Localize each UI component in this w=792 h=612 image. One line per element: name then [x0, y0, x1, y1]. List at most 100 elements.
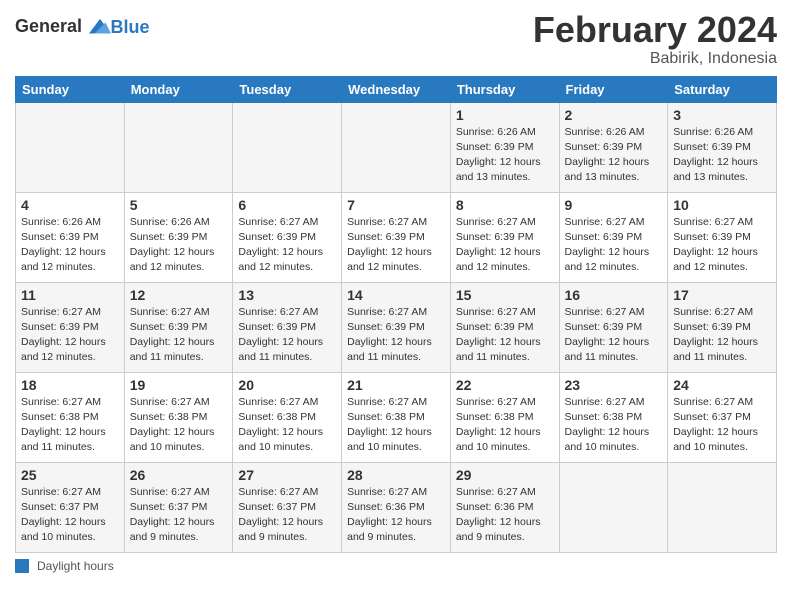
day-info: Sunrise: 6:27 AM Sunset: 6:38 PM Dayligh…: [238, 395, 336, 456]
day-info: Sunrise: 6:27 AM Sunset: 6:37 PM Dayligh…: [130, 485, 228, 546]
header-row: SundayMondayTuesdayWednesdayThursdayFrid…: [16, 76, 777, 102]
calendar-cell: 23 Sunrise: 6:27 AM Sunset: 6:38 PM Dayli…: [559, 372, 668, 462]
logo-text-blue: Blue: [111, 17, 150, 37]
calendar-body: 1 Sunrise: 6:26 AM Sunset: 6:39 PM Daylig…: [16, 102, 777, 552]
day-number: 9: [565, 197, 663, 213]
calendar-cell: 12Sunrise: 6:27 AM Sunset: 6:39 PM Dayli…: [124, 282, 233, 372]
header-cell-sunday: Sunday: [16, 76, 125, 102]
page-header: General Blue February 2024 Babirik, Indo…: [15, 10, 777, 68]
day-info: Sunrise: 6:27 AM Sunset: 6:38 PM Dayligh…: [347, 395, 445, 456]
day-number: 22: [456, 377, 554, 393]
day-info: Sunrise: 6:27 AM Sunset: 6:39 PM Dayligh…: [673, 215, 771, 276]
day-number: 15: [456, 287, 554, 303]
day-number: 26: [130, 467, 228, 483]
calendar-week-row: 18Sunrise: 6:27 AM Sunset: 6:38 PM Dayli…: [16, 372, 777, 462]
header-cell-thursday: Thursday: [450, 76, 559, 102]
calendar-week-row: 1 Sunrise: 6:26 AM Sunset: 6:39 PM Daylig…: [16, 102, 777, 192]
calendar-cell: 28 Sunrise: 6:27 AM Sunset: 6:36 PM Dayli…: [342, 462, 451, 552]
daylight-color-box: [15, 559, 29, 573]
day-info: Sunrise: 6:27 AM Sunset: 6:36 PM Dayligh…: [456, 485, 554, 546]
day-info: Sunrise: 6:27 AM Sunset: 6:37 PM Dayligh…: [673, 395, 771, 456]
calendar-title: February 2024: [533, 10, 777, 50]
day-number: 11: [21, 287, 119, 303]
calendar-subtitle: Babirik, Indonesia: [533, 50, 777, 68]
daylight-label: Daylight hours: [37, 559, 114, 573]
calendar-cell: 9Sunrise: 6:27 AM Sunset: 6:39 PM Daylig…: [559, 192, 668, 282]
day-number: 16: [565, 287, 663, 303]
day-info: Sunrise: 6:27 AM Sunset: 6:39 PM Dayligh…: [347, 215, 445, 276]
calendar-cell: [342, 102, 451, 192]
day-info: Sunrise: 6:27 AM Sunset: 6:39 PM Dayligh…: [347, 305, 445, 366]
day-number: 20: [238, 377, 336, 393]
day-info: Sunrise: 6:27 AM Sunset: 6:38 PM Dayligh…: [130, 395, 228, 456]
day-info: Sunrise: 6:27 AM Sunset: 6:39 PM Dayligh…: [456, 305, 554, 366]
day-info: Sunrise: 6:26 AM Sunset: 6:39 PM Dayligh…: [130, 215, 228, 276]
calendar-cell: [16, 102, 125, 192]
header-cell-saturday: Saturday: [668, 76, 777, 102]
day-info: Sunrise: 6:27 AM Sunset: 6:37 PM Dayligh…: [238, 485, 336, 546]
day-info: Sunrise: 6:26 AM Sunset: 6:39 PM Dayligh…: [565, 125, 663, 186]
calendar-cell: 21 Sunrise: 6:27 AM Sunset: 6:38 PM Dayli…: [342, 372, 451, 462]
day-info: Sunrise: 6:26 AM Sunset: 6:39 PM Dayligh…: [673, 125, 771, 186]
calendar-cell: 3 Sunrise: 6:26 AM Sunset: 6:39 PM Daylig…: [668, 102, 777, 192]
day-info: Sunrise: 6:27 AM Sunset: 6:39 PM Dayligh…: [21, 305, 119, 366]
day-info: Sunrise: 6:27 AM Sunset: 6:38 PM Dayligh…: [456, 395, 554, 456]
day-number: 21: [347, 377, 445, 393]
header-cell-wednesday: Wednesday: [342, 76, 451, 102]
day-info: Sunrise: 6:26 AM Sunset: 6:39 PM Dayligh…: [456, 125, 554, 186]
calendar-cell: 18Sunrise: 6:27 AM Sunset: 6:38 PM Dayli…: [16, 372, 125, 462]
header-cell-friday: Friday: [559, 76, 668, 102]
calendar-cell: 19 Sunrise: 6:27 AM Sunset: 6:38 PM Dayli…: [124, 372, 233, 462]
calendar-week-row: 11 Sunrise: 6:27 AM Sunset: 6:39 PM Dayli…: [16, 282, 777, 372]
calendar-cell: 14 Sunrise: 6:27 AM Sunset: 6:39 PM Dayli…: [342, 282, 451, 372]
day-number: 2: [565, 107, 663, 123]
calendar-cell: 22 Sunrise: 6:27 AM Sunset: 6:38 PM Dayli…: [450, 372, 559, 462]
header-cell-tuesday: Tuesday: [233, 76, 342, 102]
logo-text-general: General: [15, 16, 82, 36]
calendar-cell: 16Sunrise: 6:27 AM Sunset: 6:39 PM Dayli…: [559, 282, 668, 372]
day-number: 27: [238, 467, 336, 483]
day-number: 1: [456, 107, 554, 123]
day-info: Sunrise: 6:27 AM Sunset: 6:36 PM Dayligh…: [347, 485, 445, 546]
calendar-week-row: 25 Sunrise: 6:27 AM Sunset: 6:37 PM Dayli…: [16, 462, 777, 552]
logo: General Blue: [15, 16, 150, 39]
calendar-cell: 17 Sunrise: 6:27 AM Sunset: 6:39 PM Dayli…: [668, 282, 777, 372]
calendar-cell: 2 Sunrise: 6:26 AM Sunset: 6:39 PM Daylig…: [559, 102, 668, 192]
calendar-cell: [233, 102, 342, 192]
day-info: Sunrise: 6:27 AM Sunset: 6:39 PM Dayligh…: [673, 305, 771, 366]
day-number: 7: [347, 197, 445, 213]
day-number: 23: [565, 377, 663, 393]
day-info: Sunrise: 6:27 AM Sunset: 6:38 PM Dayligh…: [565, 395, 663, 456]
calendar-cell: 7 Sunrise: 6:27 AM Sunset: 6:39 PM Daylig…: [342, 192, 451, 282]
calendar-cell: 4 Sunrise: 6:26 AM Sunset: 6:39 PM Daylig…: [16, 192, 125, 282]
calendar-cell: 6Sunrise: 6:27 AM Sunset: 6:39 PM Daylig…: [233, 192, 342, 282]
calendar-cell: 10 Sunrise: 6:27 AM Sunset: 6:39 PM Dayli…: [668, 192, 777, 282]
calendar-table: SundayMondayTuesdayWednesdayThursdayFrid…: [15, 76, 777, 553]
day-number: 5: [130, 197, 228, 213]
day-number: 28: [347, 467, 445, 483]
day-number: 10: [673, 197, 771, 213]
calendar-cell: 8Sunrise: 6:27 AM Sunset: 6:39 PM Daylig…: [450, 192, 559, 282]
calendar-cell: 26 Sunrise: 6:27 AM Sunset: 6:37 PM Dayli…: [124, 462, 233, 552]
day-info: Sunrise: 6:26 AM Sunset: 6:39 PM Dayligh…: [21, 215, 119, 276]
day-number: 29: [456, 467, 554, 483]
title-area: February 2024 Babirik, Indonesia: [533, 10, 777, 68]
calendar-cell: 29 Sunrise: 6:27 AM Sunset: 6:36 PM Dayli…: [450, 462, 559, 552]
day-number: 17: [673, 287, 771, 303]
calendar-cell: 1 Sunrise: 6:26 AM Sunset: 6:39 PM Daylig…: [450, 102, 559, 192]
day-number: 6: [238, 197, 336, 213]
day-number: 8: [456, 197, 554, 213]
header-cell-monday: Monday: [124, 76, 233, 102]
calendar-footer: Daylight hours: [15, 559, 777, 573]
day-number: 3: [673, 107, 771, 123]
day-number: 4: [21, 197, 119, 213]
day-number: 19: [130, 377, 228, 393]
day-number: 25: [21, 467, 119, 483]
calendar-cell: 13Sunrise: 6:27 AM Sunset: 6:39 PM Dayli…: [233, 282, 342, 372]
day-number: 14: [347, 287, 445, 303]
day-info: Sunrise: 6:27 AM Sunset: 6:37 PM Dayligh…: [21, 485, 119, 546]
calendar-header: SundayMondayTuesdayWednesdayThursdayFrid…: [16, 76, 777, 102]
calendar-cell: [668, 462, 777, 552]
day-number: 24: [673, 377, 771, 393]
calendar-cell: 25 Sunrise: 6:27 AM Sunset: 6:37 PM Dayli…: [16, 462, 125, 552]
